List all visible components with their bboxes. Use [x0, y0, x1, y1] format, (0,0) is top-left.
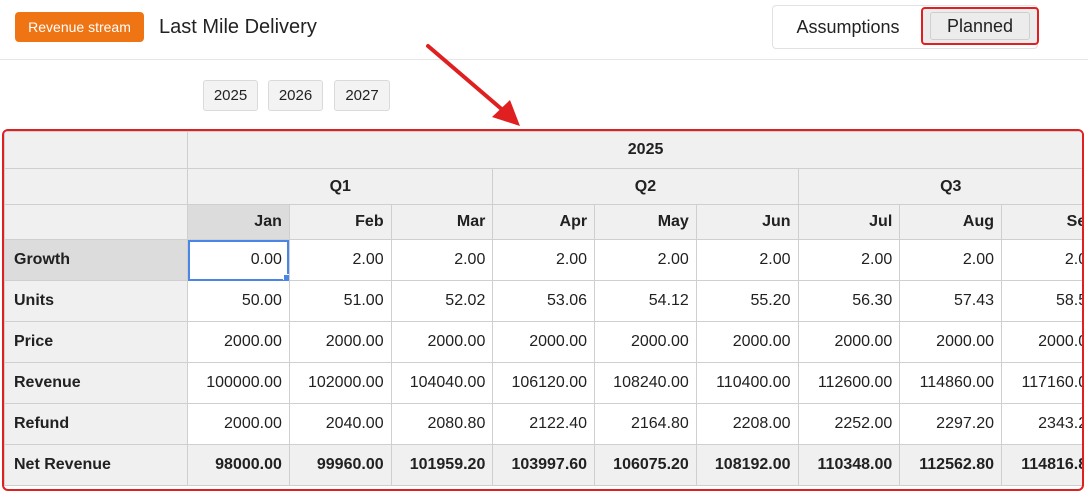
- table-row: Refund 2000.00 2040.00 2080.80 2122.40 2164.8…: [4, 403, 1082, 445]
- grid-cell[interactable]: 2.00: [390, 239, 494, 281]
- month-header[interactable]: Mar: [390, 204, 494, 240]
- grid-cell[interactable]: 2.00: [797, 239, 901, 281]
- grid-cell[interactable]: 114816.80: [1001, 444, 1082, 486]
- grid-cell[interactable]: 56.30: [797, 280, 901, 322]
- revenue-stream-badge[interactable]: Revenue stream: [15, 12, 144, 42]
- grid-cell[interactable]: 2000.00: [1001, 321, 1082, 363]
- tab-assumptions[interactable]: Assumptions: [773, 10, 923, 44]
- grid-cell[interactable]: 58.58: [1001, 280, 1082, 322]
- grid-cell[interactable]: 2.00: [288, 239, 392, 281]
- tab-planned-label: Planned: [930, 12, 1030, 40]
- grid-cell[interactable]: 50.00: [187, 280, 290, 322]
- grid-cell[interactable]: 54.12: [594, 280, 697, 322]
- grid-cell[interactable]: 112562.80: [899, 444, 1003, 486]
- row-label[interactable]: Net Revenue: [4, 444, 189, 486]
- table-row: Units 50.00 51.00 52.02 53.06 54.12 55.20 56.30…: [4, 280, 1082, 322]
- grid-cell[interactable]: 106120.00: [492, 362, 596, 404]
- month-header[interactable]: Feb: [288, 204, 392, 240]
- month-header[interactable]: Aug: [899, 204, 1003, 240]
- month-header[interactable]: Jul: [797, 204, 901, 240]
- grid-cell[interactable]: 2.00: [594, 239, 697, 281]
- tab-planned[interactable]: Planned: [921, 7, 1039, 45]
- quarter-header: Q1: [187, 168, 494, 205]
- year-button-2026[interactable]: 2026: [268, 80, 323, 111]
- grid-cell[interactable]: 2080.80: [390, 403, 494, 445]
- grid-cell[interactable]: 2000.00: [492, 321, 596, 363]
- grid-cell[interactable]: 114860.00: [899, 362, 1003, 404]
- grid-cell[interactable]: 2000.00: [187, 321, 290, 363]
- grid-cell[interactable]: 2000.00: [288, 321, 392, 363]
- grid-cell[interactable]: 108240.00: [594, 362, 697, 404]
- year-header: 2025: [187, 131, 1082, 169]
- grid-cell[interactable]: 2000.00: [187, 403, 290, 445]
- row-label[interactable]: Units: [4, 280, 189, 322]
- grid-cell[interactable]: 98000.00: [187, 444, 290, 486]
- grid-cell[interactable]: 0.00: [187, 239, 290, 281]
- grid-cell[interactable]: 2164.80: [594, 403, 697, 445]
- grid-cell[interactable]: 110348.00: [797, 444, 901, 486]
- grid-cell[interactable]: 57.43: [899, 280, 1003, 322]
- row-label[interactable]: Revenue: [4, 362, 189, 404]
- grid-cell[interactable]: 106075.20: [594, 444, 697, 486]
- table-row: Growth 0.00 2.00 2.00 2.00 2.00 2.00 2.00 2.00 2.…: [4, 239, 1082, 281]
- grid-cell[interactable]: 110400.00: [695, 362, 799, 404]
- grid-cell[interactable]: 52.02: [390, 280, 494, 322]
- grid-cell[interactable]: 100000.00: [187, 362, 290, 404]
- table-row: Price 2000.00 2000.00 2000.00 2000.00 2000.00…: [4, 321, 1082, 363]
- top-bar: Revenue stream Last Mile Delivery Assump…: [0, 0, 1088, 60]
- grid-cell[interactable]: 2.00: [492, 239, 596, 281]
- month-header[interactable]: Apr: [492, 204, 596, 240]
- grid-cell[interactable]: 2000.00: [899, 321, 1003, 363]
- grid-cell[interactable]: 2000.00: [695, 321, 799, 363]
- planned-table: 2025 Q1 Q2 Q3 Jan Feb Mar Apr May Jun Ju…: [4, 131, 1082, 486]
- row-label[interactable]: Price: [4, 321, 189, 363]
- grid-cell[interactable]: 55.20: [695, 280, 799, 322]
- page-title: Last Mile Delivery: [159, 16, 317, 38]
- grid-cell[interactable]: 117160.00: [1001, 362, 1082, 404]
- grid-cell[interactable]: 2.00: [695, 239, 799, 281]
- grid-cell[interactable]: 104040.00: [390, 362, 494, 404]
- table-row: Revenue 100000.00 102000.00 104040.00 106120…: [4, 362, 1082, 404]
- grid-cell[interactable]: 99960.00: [288, 444, 392, 486]
- year-button-2025[interactable]: 2025: [203, 80, 258, 111]
- grid-cell[interactable]: 2122.40: [492, 403, 596, 445]
- grid-cell[interactable]: 2.00: [1001, 239, 1082, 281]
- grid-cell[interactable]: 103997.60: [492, 444, 596, 486]
- quarter-header: Q3: [797, 168, 1082, 205]
- row-label[interactable]: Growth: [4, 239, 189, 281]
- grid-cell[interactable]: 53.06: [492, 280, 596, 322]
- grid-cell[interactable]: 2297.20: [899, 403, 1003, 445]
- planned-grid: 2025 Q1 Q2 Q3 Jan Feb Mar Apr May Jun Ju…: [2, 129, 1084, 491]
- table-row: Net Revenue 98000.00 99960.00 101959.20 1039…: [4, 444, 1082, 486]
- corner-cell: [4, 168, 189, 205]
- corner-cell: [4, 204, 189, 240]
- grid-cell[interactable]: 101959.20: [390, 444, 494, 486]
- grid-cell[interactable]: 108192.00: [695, 444, 799, 486]
- grid-cell[interactable]: 2252.00: [797, 403, 901, 445]
- row-label[interactable]: Refund: [4, 403, 189, 445]
- grid-cell[interactable]: 2343.20: [1001, 403, 1082, 445]
- month-header[interactable]: Jan: [187, 204, 290, 240]
- corner-cell: [4, 131, 189, 169]
- grid-cell[interactable]: 2000.00: [390, 321, 494, 363]
- grid-cell[interactable]: 51.00: [288, 280, 392, 322]
- month-header[interactable]: May: [594, 204, 697, 240]
- grid-cell[interactable]: 2000.00: [797, 321, 901, 363]
- grid-cell[interactable]: 2208.00: [695, 403, 799, 445]
- grid-cell[interactable]: 2000.00: [594, 321, 697, 363]
- grid-cell[interactable]: 2.00: [899, 239, 1003, 281]
- month-header[interactable]: Sep: [1001, 204, 1082, 240]
- year-button-2027[interactable]: 2027: [334, 80, 390, 111]
- month-header[interactable]: Jun: [695, 204, 799, 240]
- quarter-header: Q2: [492, 168, 799, 205]
- view-toggle: Assumptions Planned: [772, 5, 1039, 49]
- grid-cell[interactable]: 102000.00: [288, 362, 392, 404]
- grid-cell[interactable]: 2040.00: [288, 403, 392, 445]
- grid-cell[interactable]: 112600.00: [797, 362, 901, 404]
